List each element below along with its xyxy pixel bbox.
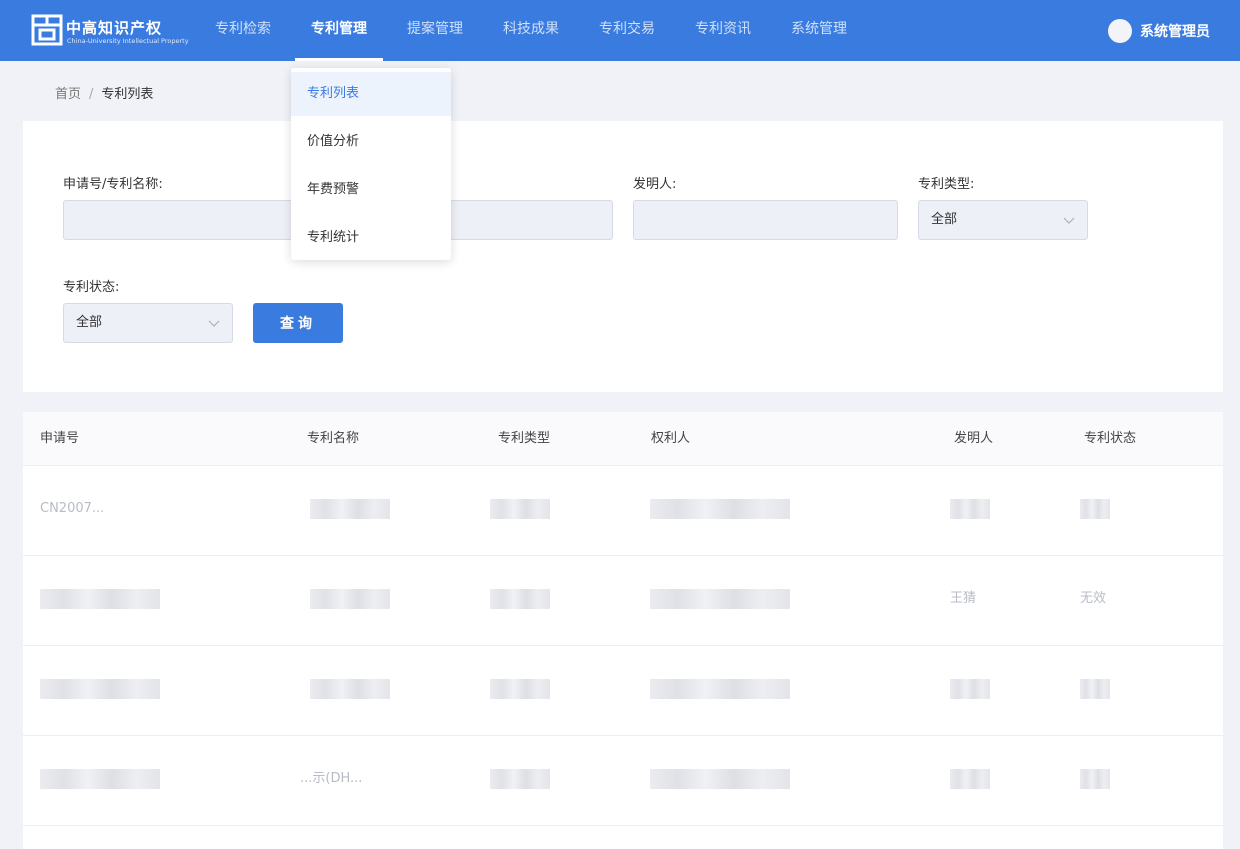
- cell-owner: [650, 769, 790, 789]
- cell-type: [490, 589, 550, 609]
- patent-type-value: 全部: [931, 212, 958, 227]
- patent-status-label: 专利状态:: [63, 280, 120, 295]
- cell-name: ...示(DH...: [300, 771, 363, 786]
- filter-panel: 申请号/专利名称: 发明人: 专利类型: 全部 专利状态: 全部 查询: [23, 121, 1223, 392]
- cell-appno: [40, 769, 160, 789]
- brand-subtitle: China-University Intellectual Property: [67, 37, 189, 45]
- inventor-input[interactable]: [633, 200, 898, 240]
- cell-type: [490, 769, 550, 789]
- breadcrumb-separator: /: [89, 87, 94, 102]
- cell-inventor: [950, 679, 990, 699]
- table-row[interactable]: ...示(DH...: [23, 736, 1223, 826]
- nav-tech-achievements[interactable]: 科技成果: [503, 0, 559, 61]
- menu-item-annual-fee-alert[interactable]: 年费预警: [291, 168, 451, 212]
- patent-type-select[interactable]: 全部: [918, 200, 1088, 240]
- nav-patent-news[interactable]: 专利资讯: [695, 0, 751, 61]
- nav-patent-trading[interactable]: 专利交易: [599, 0, 655, 61]
- patent-status-value: 全部: [76, 315, 103, 330]
- patent-management-dropdown: 专利列表 价值分析 年费预警 专利统计: [291, 68, 451, 260]
- brand-logo[interactable]: 中高知识产权 China-University Intellectual Pro…: [30, 13, 190, 49]
- col-name: 专利名称: [307, 431, 360, 446]
- cell-name: [310, 679, 390, 699]
- patent-status-select[interactable]: 全部: [63, 303, 233, 343]
- cell-appno: [40, 589, 160, 609]
- cell-appno: [40, 679, 160, 699]
- cell-name: [310, 589, 390, 609]
- nav-system-management[interactable]: 系统管理: [791, 0, 847, 61]
- logo-icon: [31, 14, 63, 46]
- user-name: 系统管理员: [1140, 24, 1210, 40]
- nav-patent-search[interactable]: 专利检索: [215, 0, 271, 61]
- breadcrumb-current: 专利列表: [101, 87, 154, 102]
- user-menu[interactable]: 系统管理员: [1108, 18, 1210, 44]
- inventor-label: 发明人:: [633, 177, 677, 192]
- avatar[interactable]: [1108, 19, 1132, 43]
- cell-status: [1080, 769, 1110, 789]
- query-button[interactable]: 查询: [253, 303, 343, 343]
- cell-owner: [650, 589, 790, 609]
- menu-item-patent-list[interactable]: 专利列表: [291, 72, 451, 116]
- cell-owner: [650, 679, 790, 699]
- cell-owner: [650, 499, 790, 519]
- patent-table: 申请号 专利名称 专利类型 权利人 发明人 专利状态 CN2007... 王猜 …: [23, 412, 1223, 849]
- nav-proposal-management[interactable]: 提案管理: [407, 0, 463, 61]
- col-owner: 权利人: [651, 431, 691, 446]
- cell-inventor: [950, 499, 990, 519]
- cell-type: [490, 499, 550, 519]
- menu-item-value-analysis[interactable]: 价值分析: [291, 120, 451, 164]
- cell-status: [1080, 679, 1110, 699]
- table-row[interactable]: CN2007...: [23, 466, 1223, 556]
- col-status: 专利状态: [1084, 431, 1137, 446]
- cell-status: [1080, 499, 1110, 519]
- col-appno: 申请号: [40, 431, 80, 446]
- brand-name: 中高知识产权: [66, 19, 163, 37]
- menu-item-patent-statistics[interactable]: 专利统计: [291, 216, 451, 260]
- cell-appno: CN2007...: [40, 501, 105, 516]
- appno-label: 申请号/专利名称:: [63, 177, 163, 192]
- table-row[interactable]: [23, 646, 1223, 736]
- chevron-down-icon: [208, 320, 220, 327]
- top-navbar: 中高知识产权 China-University Intellectual Pro…: [0, 0, 1240, 61]
- cell-inventor: 王猜: [950, 591, 977, 606]
- col-type: 专利类型: [498, 431, 551, 446]
- col-inventor: 发明人: [954, 431, 994, 446]
- cell-type: [490, 679, 550, 699]
- cell-name: [310, 499, 390, 519]
- cell-inventor: [950, 769, 990, 789]
- table-row[interactable]: 王猜 无效: [23, 556, 1223, 646]
- table-header: 申请号 专利名称 专利类型 权利人 发明人 专利状态: [23, 412, 1223, 466]
- patent-type-label: 专利类型:: [918, 177, 975, 192]
- chevron-down-icon: [1063, 217, 1075, 224]
- breadcrumb: 首页 / 专利列表: [55, 83, 153, 102]
- nav-patent-management[interactable]: 专利管理: [295, 0, 383, 61]
- breadcrumb-home[interactable]: 首页: [55, 87, 81, 102]
- cell-status: 无效: [1080, 591, 1107, 606]
